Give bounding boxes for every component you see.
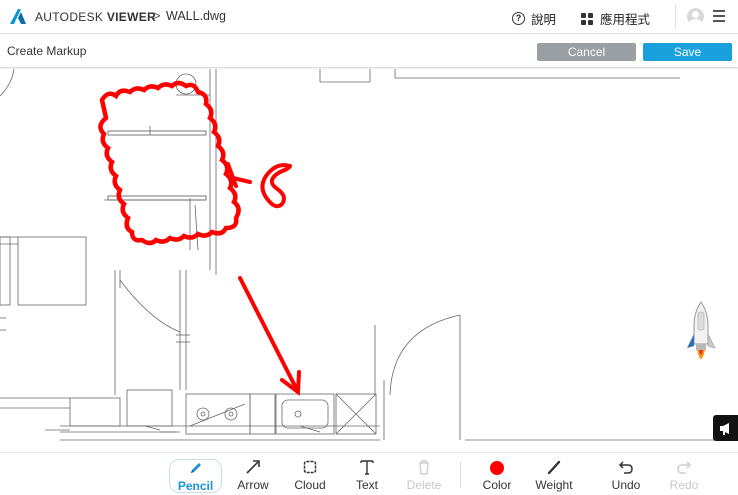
markup-bar: Create Markup Cancel Save xyxy=(0,34,738,68)
cloud-icon xyxy=(303,460,317,474)
text-tool[interactable]: Text xyxy=(350,459,384,493)
color-dot-icon xyxy=(490,461,504,475)
cloud-tool[interactable]: Cloud xyxy=(290,459,330,493)
floorplan-lines xyxy=(0,69,738,441)
text-label: Text xyxy=(355,478,378,492)
markup-title: Create Markup xyxy=(7,44,87,58)
delete-label: Delete xyxy=(406,478,442,492)
cloud-label: Cloud xyxy=(294,478,326,492)
weight-tool[interactable]: Weight xyxy=(530,459,578,493)
user-avatar[interactable] xyxy=(687,8,704,25)
help-label: 說明 xyxy=(531,13,557,27)
undo-tool[interactable]: Undo xyxy=(608,459,644,493)
undo-label: Undo xyxy=(611,478,641,492)
app-header: AUTODESK VIEWER > WALL.dwg ? 說明 應用程式 xyxy=(0,0,738,34)
weight-icon xyxy=(547,460,561,475)
color-label: Color xyxy=(482,478,512,492)
cancel-button[interactable]: Cancel xyxy=(537,43,636,61)
text-icon xyxy=(360,460,374,475)
apps-grid-icon xyxy=(581,12,593,25)
handwritten-markup[interactable] xyxy=(226,162,292,209)
rocket-navigation-icon[interactable] xyxy=(686,300,718,372)
arrow-label: Arrow xyxy=(237,478,269,492)
pencil-tool[interactable]: Pencil xyxy=(169,459,222,493)
redo-label: Redo xyxy=(669,478,699,492)
trash-icon xyxy=(419,460,429,475)
undo-icon xyxy=(618,461,633,474)
brand-name[interactable]: AUTODESK VIEWER xyxy=(35,10,156,24)
cad-drawing[interactable] xyxy=(0,69,738,452)
apps-button[interactable]: 應用程式 xyxy=(581,9,650,28)
pencil-label: Pencil xyxy=(177,479,214,493)
megaphone-icon xyxy=(720,423,729,435)
drawing-canvas[interactable] xyxy=(0,69,738,452)
header-divider xyxy=(675,4,676,30)
weight-label: Weight xyxy=(535,478,573,492)
breadcrumb-separator: > xyxy=(153,8,161,23)
hamburger-menu-icon[interactable] xyxy=(713,10,725,22)
delete-tool[interactable]: Delete xyxy=(402,459,446,493)
help-icon: ? xyxy=(512,12,525,25)
apps-label: 應用程式 xyxy=(600,13,651,27)
arrow-markup[interactable] xyxy=(238,276,301,396)
markup-toolbar: Pencil Arrow Cloud Text Delete Color Wei… xyxy=(0,452,738,495)
arrow-icon xyxy=(246,460,260,474)
arrow-tool[interactable]: Arrow xyxy=(232,459,274,493)
redo-icon xyxy=(677,461,692,474)
toolbar-divider xyxy=(460,462,461,488)
help-button[interactable]: ? 說明 xyxy=(512,9,556,28)
pencil-icon xyxy=(190,463,201,473)
autodesk-logo-icon[interactable] xyxy=(9,8,27,26)
announcement-button[interactable] xyxy=(713,415,738,441)
color-tool[interactable]: Color xyxy=(478,459,516,493)
file-name: WALL.dwg xyxy=(166,9,226,23)
cloud-markup[interactable] xyxy=(98,80,241,246)
redo-tool[interactable]: Redo xyxy=(666,459,702,493)
save-button[interactable]: Save xyxy=(643,43,732,61)
